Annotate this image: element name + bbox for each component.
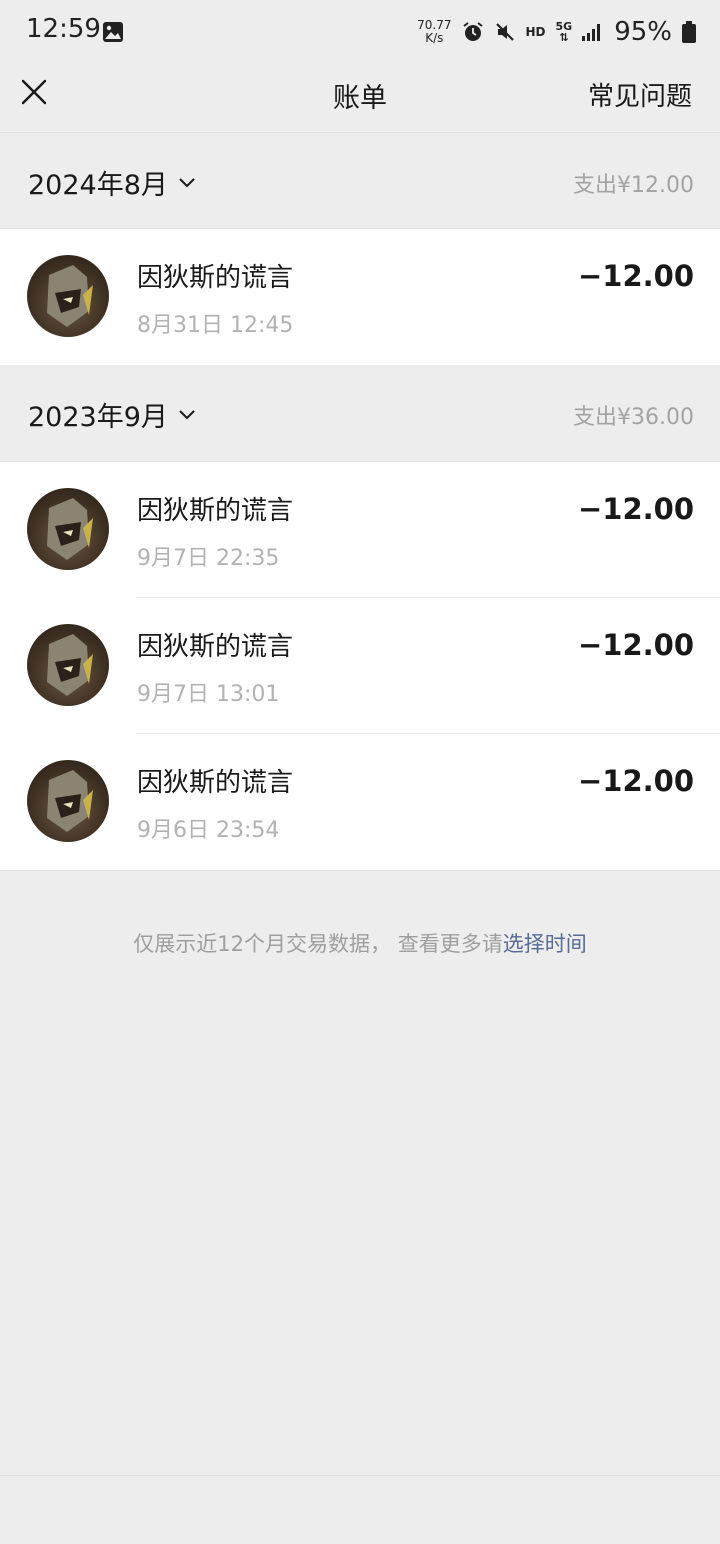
alarm-icon [462, 22, 483, 41]
battery-percent: 95% [614, 17, 672, 47]
month-label: 2024年8月 [28, 170, 168, 201]
month-total: 支出¥36.00 [573, 405, 694, 430]
net-speed-unit: K/s [425, 31, 444, 45]
month-header: 2023年9月 支出¥36.00 [0, 365, 720, 461]
transaction-row[interactable]: 因狄斯的谎言 9月7日 22:35 −12.00 [0, 462, 720, 598]
bottom-divider [0, 1475, 720, 1476]
transaction-row[interactable]: 因狄斯的谎言 9月6日 23:54 −12.00 [0, 734, 720, 870]
transaction-amount: −12.00 [577, 259, 694, 293]
merchant-name: 因狄斯的谎言 [137, 496, 294, 526]
game-avatar-icon [47, 634, 93, 696]
month-selector[interactable]: 2024年8月 [28, 163, 196, 202]
status-indicators: 70.77 K/s HD 5G ⇅ 95% [417, 14, 696, 50]
avatar [27, 255, 109, 337]
avatar [27, 760, 109, 842]
game-avatar-icon [47, 265, 93, 327]
transaction-row[interactable]: 因狄斯的谎言 8月31日 12:45 −12.00 [0, 229, 720, 365]
mute-icon [495, 23, 514, 41]
transaction-time: 9月6日 23:54 [137, 818, 280, 843]
transaction-time: 8月31日 12:45 [137, 313, 294, 338]
merchant-name: 因狄斯的谎言 [137, 768, 294, 798]
merchant-name: 因狄斯的谎言 [137, 263, 294, 293]
status-bar: 12:59 70.77 K/s HD 5G ⇅ 95% [0, 0, 720, 64]
footer-note: 仅展示近12个月交易数据， 查看更多请选择时间 [0, 928, 720, 958]
month-label: 2023年9月 [28, 402, 168, 433]
transaction-amount: −12.00 [577, 492, 694, 526]
transaction-amount: −12.00 [577, 764, 694, 798]
chevron-down-icon [179, 409, 195, 419]
net-speed: 70.77 K/s [417, 19, 451, 45]
merchant-name: 因狄斯的谎言 [137, 632, 294, 662]
transaction-time: 9月7日 13:01 [137, 682, 280, 707]
avatar [27, 488, 109, 570]
game-avatar-icon [47, 498, 93, 560]
footer-note-text: 仅展示近12个月交易数据， 查看更多请 [133, 932, 503, 956]
hd-label: HD [525, 25, 546, 39]
status-time: 12:59 [26, 14, 101, 44]
transaction-list: 因狄斯的谎言 8月31日 12:45 −12.00 [0, 228, 720, 366]
transaction-time: 9月7日 22:35 [137, 546, 280, 571]
battery-icon [682, 21, 696, 43]
avatar [27, 624, 109, 706]
select-time-link[interactable]: 选择时间 [503, 932, 587, 956]
month-selector[interactable]: 2023年9月 [28, 395, 196, 434]
transaction-row[interactable]: 因狄斯的谎言 9月7日 13:01 −12.00 [0, 598, 720, 734]
month-header: 2024年8月 支出¥12.00 [0, 133, 720, 229]
chevron-down-icon [179, 177, 195, 187]
network-type: 5G ⇅ [556, 21, 573, 43]
transaction-list: 因狄斯的谎言 9月7日 22:35 −12.00 因狄斯的谎言 9月7日 13:… [0, 461, 720, 871]
signal-icon [582, 24, 601, 41]
month-total: 支出¥12.00 [573, 173, 694, 198]
data-arrows-icon: ⇅ [559, 31, 569, 44]
game-avatar-icon [47, 770, 93, 832]
nav-bar: 账单 常见问题 [0, 64, 720, 132]
transaction-amount: −12.00 [577, 628, 694, 662]
image-icon [103, 22, 123, 42]
faq-button[interactable]: 常见问题 [588, 76, 692, 113]
